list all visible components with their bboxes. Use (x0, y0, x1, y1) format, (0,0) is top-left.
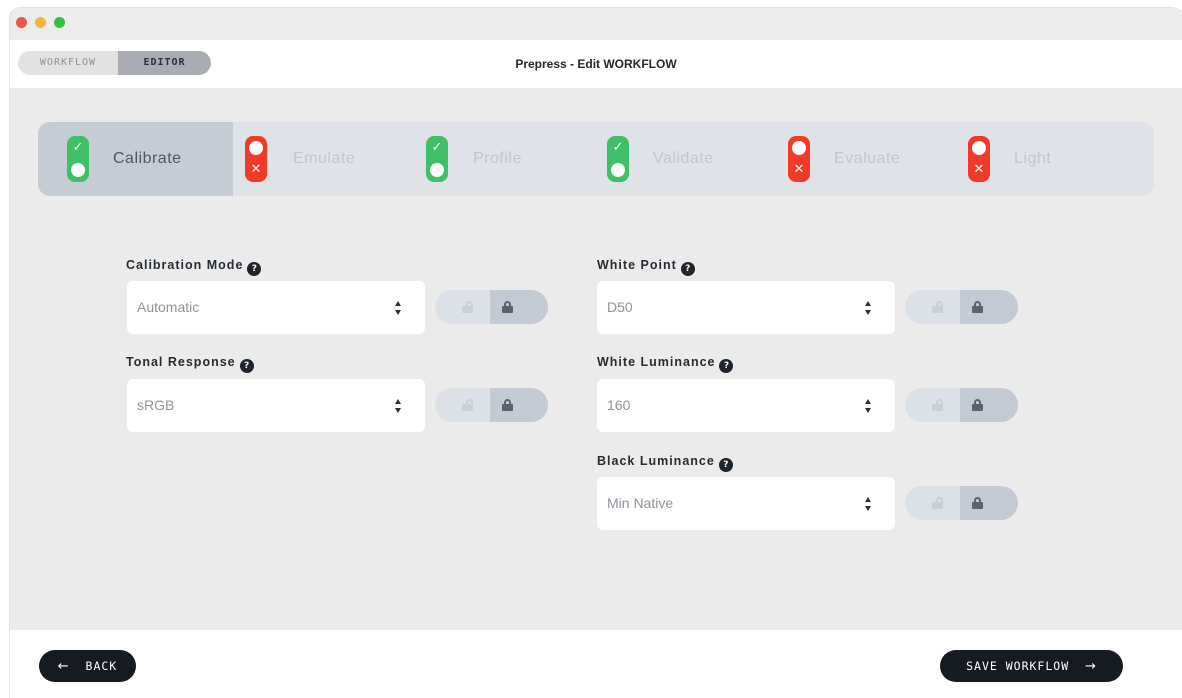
tonal-response-label: Tonal Response? (126, 353, 254, 373)
app-footer: ← BACK SAVE WORKFLOW → (10, 630, 1182, 698)
step-emulate[interactable]: ✕ Emulate (233, 122, 413, 196)
arrow-right-icon: → (1084, 659, 1097, 674)
step-label: Calibrate (113, 150, 182, 167)
lock-icon (502, 399, 513, 411)
window-titlebar (10, 8, 1182, 40)
unlock-option[interactable] (435, 290, 490, 324)
step-light[interactable]: ✕ Light (953, 122, 1154, 196)
help-icon[interactable]: ? (718, 458, 733, 472)
step-label: Light (1014, 150, 1052, 167)
tonal-response-select[interactable]: sRGB (127, 379, 425, 432)
app-header: Prepress - Edit WORKFLOW WORKFLOW EDITOR (10, 40, 1182, 88)
lock-icon (972, 301, 983, 313)
step-label: Emulate (293, 150, 356, 167)
white-luminance-label: White Luminance? (597, 353, 734, 373)
step-profile[interactable]: ✓ Profile (413, 122, 593, 196)
calibration-mode-label: Calibration Mode? (126, 256, 262, 276)
lock-option[interactable] (960, 486, 1018, 520)
mode-editor-tab[interactable]: EDITOR (118, 51, 211, 75)
lock-icon (502, 301, 513, 313)
select-arrows-icon (395, 300, 403, 316)
back-button[interactable]: ← BACK (39, 650, 136, 682)
pass-status-icon: ✓ (426, 136, 448, 182)
step-calibrate[interactable]: ✓ Calibrate (38, 122, 233, 196)
calibration-mode-lock-toggle[interactable] (435, 290, 548, 324)
save-workflow-button[interactable]: SAVE WORKFLOW → (940, 650, 1123, 682)
select-arrows-icon (865, 300, 873, 316)
lock-option[interactable] (960, 388, 1018, 422)
white-luminance-select[interactable]: 160 (597, 379, 895, 432)
white-luminance-lock-toggle[interactable] (905, 388, 1018, 422)
close-window-button[interactable] (16, 17, 27, 28)
white-luminance-value: 160 (607, 397, 631, 413)
unlock-icon (462, 399, 473, 411)
fail-status-icon: ✕ (968, 136, 990, 182)
mode-toggle[interactable]: WORKFLOW EDITOR (18, 51, 211, 75)
lock-icon (972, 497, 983, 509)
tonal-response-lock-toggle[interactable] (435, 388, 548, 422)
unlock-icon (932, 301, 943, 313)
back-button-label: BACK (85, 659, 118, 673)
unlock-option[interactable] (905, 388, 960, 422)
fail-status-icon: ✕ (245, 136, 267, 182)
lock-icon (972, 399, 983, 411)
black-luminance-lock-toggle[interactable] (905, 486, 1018, 520)
unlock-icon (462, 301, 473, 313)
select-arrows-icon (865, 398, 873, 414)
black-luminance-select[interactable]: Min Native (597, 477, 895, 530)
pass-status-icon: ✓ (607, 136, 629, 182)
select-arrows-icon (395, 398, 403, 414)
lock-option[interactable] (490, 290, 548, 324)
lock-option[interactable] (490, 388, 548, 422)
step-validate[interactable]: ✓ Validate (593, 122, 773, 196)
black-luminance-label: Black Luminance? (597, 452, 733, 472)
save-button-label: SAVE WORKFLOW (966, 659, 1070, 673)
unlock-icon (932, 497, 943, 509)
unlock-icon (932, 399, 943, 411)
minimize-window-button[interactable] (35, 17, 46, 28)
black-luminance-value: Min Native (607, 495, 674, 511)
select-arrows-icon (865, 496, 873, 512)
lock-option[interactable] (960, 290, 1018, 324)
unlock-option[interactable] (435, 388, 490, 422)
step-label: Evaluate (834, 150, 901, 167)
zoom-window-button[interactable] (54, 17, 65, 28)
help-icon[interactable]: ? (247, 262, 262, 276)
workflow-step-bar: ✓ Calibrate ✕ Emulate ✓ Profile ✓ Valida… (38, 122, 1154, 196)
arrow-left-icon: ← (57, 659, 70, 674)
help-icon[interactable]: ? (719, 359, 734, 373)
app-window: Prepress - Edit WORKFLOW WORKFLOW EDITOR… (10, 8, 1182, 698)
mode-workflow-tab[interactable]: WORKFLOW (18, 51, 118, 75)
calibration-mode-value: Automatic (137, 299, 200, 315)
white-point-lock-toggle[interactable] (905, 290, 1018, 324)
white-point-label: White Point? (597, 256, 695, 276)
help-icon[interactable]: ? (680, 262, 695, 276)
pass-status-icon: ✓ (67, 136, 89, 182)
white-point-select[interactable]: D50 (597, 281, 895, 334)
fail-status-icon: ✕ (788, 136, 810, 182)
step-evaluate[interactable]: ✕ Evaluate (773, 122, 953, 196)
step-label: Profile (473, 150, 522, 167)
unlock-option[interactable] (905, 290, 960, 324)
tonal-response-value: sRGB (137, 397, 175, 413)
unlock-option[interactable] (905, 486, 960, 520)
calibration-mode-select[interactable]: Automatic (127, 281, 425, 334)
help-icon[interactable]: ? (239, 359, 254, 373)
step-label: Validate (653, 150, 714, 167)
white-point-value: D50 (607, 299, 633, 315)
